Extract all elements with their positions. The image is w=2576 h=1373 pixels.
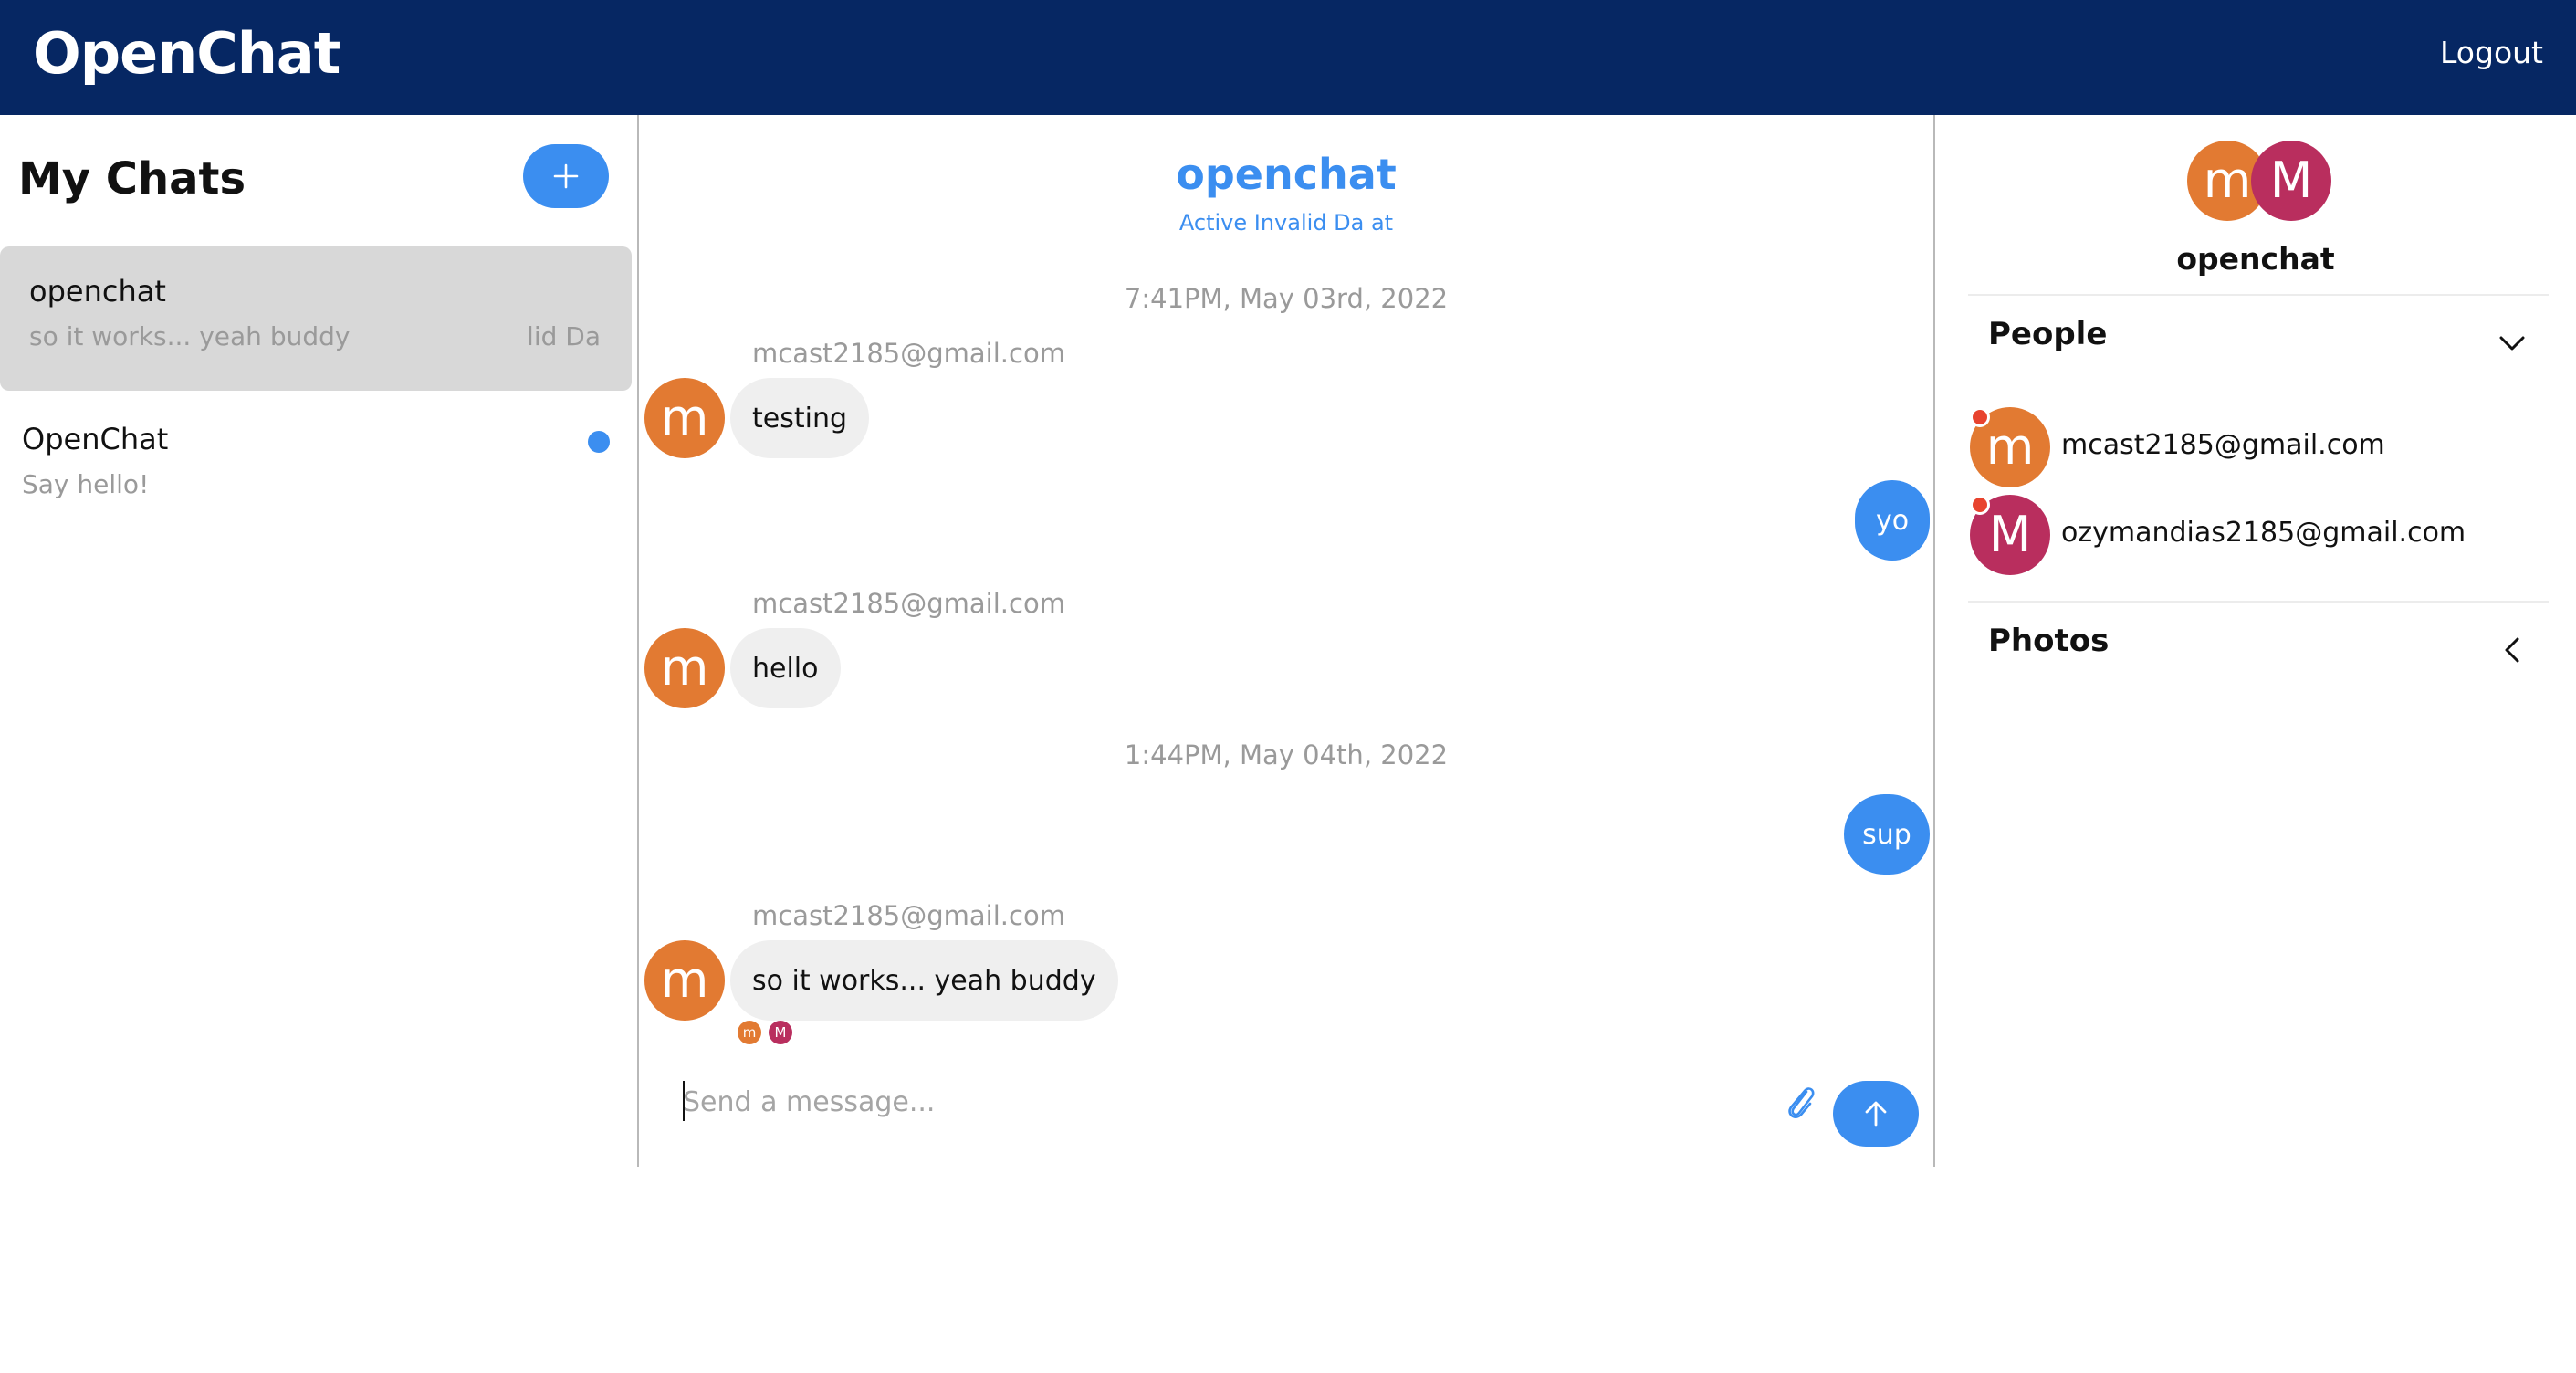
message-input[interactable] xyxy=(683,1079,1596,1125)
chat-list-panel: My Chats openchat so it works... yeah bu… xyxy=(0,115,637,1167)
message-bubble-incoming: so it works... yeah buddy xyxy=(730,940,1118,1021)
avatar: m xyxy=(644,628,725,708)
send-button[interactable] xyxy=(1833,1081,1919,1147)
avatar: m xyxy=(644,378,725,458)
chevron-left-icon xyxy=(2505,637,2519,663)
chat-preview: so it works... yeah buddy xyxy=(29,321,351,351)
arrow-up-icon xyxy=(1865,1101,1887,1127)
chat-time: lid Da xyxy=(527,321,601,351)
text-caret xyxy=(683,1081,685,1121)
message-bubble-outgoing: yo xyxy=(1855,480,1930,561)
message-sender: mcast2185@gmail.com xyxy=(752,338,1065,369)
chat-name: openchat xyxy=(29,274,166,309)
my-chats-heading: My Chats xyxy=(18,153,246,204)
online-status-dot xyxy=(1970,407,1990,427)
chat-list-item-openchat-2[interactable]: OpenChat Say hello! xyxy=(0,398,632,542)
avatar: m xyxy=(644,940,725,1021)
divider xyxy=(1968,294,2549,296)
people-section-title[interactable]: People xyxy=(1988,316,2107,352)
people-toggle[interactable] xyxy=(2492,323,2532,363)
chat-name: OpenChat xyxy=(22,422,169,456)
top-navbar: OpenChat Logout xyxy=(0,0,2576,115)
person-row[interactable]: m mcast2185@gmail.com xyxy=(1970,407,2518,491)
chat-preview: Say hello! xyxy=(22,469,150,499)
photos-section-title[interactable]: Photos xyxy=(1988,623,2109,659)
conversation-title: openchat xyxy=(1176,150,1397,199)
divider xyxy=(1968,601,2549,603)
unread-indicator xyxy=(588,431,610,453)
message-timestamp: 7:41PM, May 03rd, 2022 xyxy=(1124,283,1449,314)
online-status-dot xyxy=(1970,495,1990,515)
message-bubble-outgoing: sup xyxy=(1844,794,1930,875)
message-bubble-incoming: testing xyxy=(730,378,870,458)
new-chat-button[interactable] xyxy=(523,144,609,208)
chat-avatar-group: m M xyxy=(2187,141,2339,221)
person-row[interactable]: M ozymandias2185@gmail.com xyxy=(1970,495,2518,579)
message-sender: mcast2185@gmail.com xyxy=(752,900,1065,931)
logout-link[interactable]: Logout xyxy=(2440,35,2543,70)
paperclip-icon xyxy=(1788,1087,1815,1118)
app-logo-title: OpenChat xyxy=(33,20,340,87)
attach-button[interactable] xyxy=(1782,1079,1818,1125)
chat-details-panel: m M openchat People m mcast2185@gmail.co… xyxy=(1935,115,2576,1167)
chat-details-title: openchat xyxy=(2176,241,2335,277)
read-receipt-avatar: m xyxy=(738,1021,761,1044)
conversation-status: Active Invalid Da at xyxy=(1178,210,1394,236)
avatar: M xyxy=(2251,141,2331,221)
message-timestamp: 1:44PM, May 04th, 2022 xyxy=(1124,739,1449,770)
photos-toggle[interactable] xyxy=(2492,630,2532,670)
conversation-panel: openchat Active Invalid Da at 7:41PM, Ma… xyxy=(639,115,1933,1167)
person-email: ozymandias2185@gmail.com xyxy=(2061,517,2466,549)
chat-list-item-openchat[interactable]: openchat so it works... yeah buddy lid D… xyxy=(0,246,632,391)
read-receipt-avatar: M xyxy=(769,1021,792,1044)
person-email: mcast2185@gmail.com xyxy=(2061,429,2385,461)
chevron-down-icon xyxy=(2499,336,2525,351)
plus-icon xyxy=(553,163,579,189)
message-sender: mcast2185@gmail.com xyxy=(752,588,1065,619)
message-bubble-incoming: hello xyxy=(730,628,841,708)
